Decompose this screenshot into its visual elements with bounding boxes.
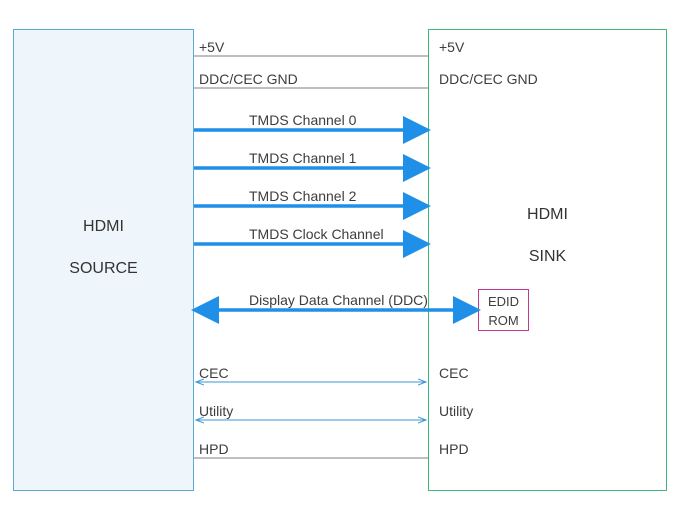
label-tmds2: TMDS Channel 2 <box>249 188 356 204</box>
edid-line1: EDID <box>479 292 528 311</box>
label-tmds0: TMDS Channel 0 <box>249 112 356 128</box>
sink-title-2: SINK <box>429 248 666 266</box>
label-cec-left: CEC <box>199 365 229 381</box>
label-hpd-left: HPD <box>199 441 229 457</box>
diagram-canvas: HDMI SOURCE HDMI SINK EDID ROM <box>0 0 680 513</box>
label-util-right: Utility <box>439 403 473 419</box>
label-gnd-left: DDC/CEC GND <box>199 71 298 87</box>
edid-line2: ROM <box>479 311 528 330</box>
sink-title-1: HDMI <box>429 206 666 224</box>
label-cec-right: CEC <box>439 365 469 381</box>
source-title-2: SOURCE <box>14 260 193 278</box>
label-tmds-clk: TMDS Clock Channel <box>249 226 384 242</box>
edid-rom-box: EDID ROM <box>478 289 529 331</box>
label-util-left: Utility <box>199 403 233 419</box>
label-5v-left: +5V <box>199 39 224 55</box>
label-hpd-right: HPD <box>439 441 469 457</box>
hdmi-source-box: HDMI SOURCE <box>13 29 194 491</box>
label-gnd-right: DDC/CEC GND <box>439 71 538 87</box>
label-tmds1: TMDS Channel 1 <box>249 150 356 166</box>
label-ddc: Display Data Channel (DDC) <box>249 292 428 308</box>
source-title-1: HDMI <box>14 218 193 236</box>
hdmi-sink-box: HDMI SINK <box>428 29 667 491</box>
label-5v-right: +5V <box>439 39 464 55</box>
